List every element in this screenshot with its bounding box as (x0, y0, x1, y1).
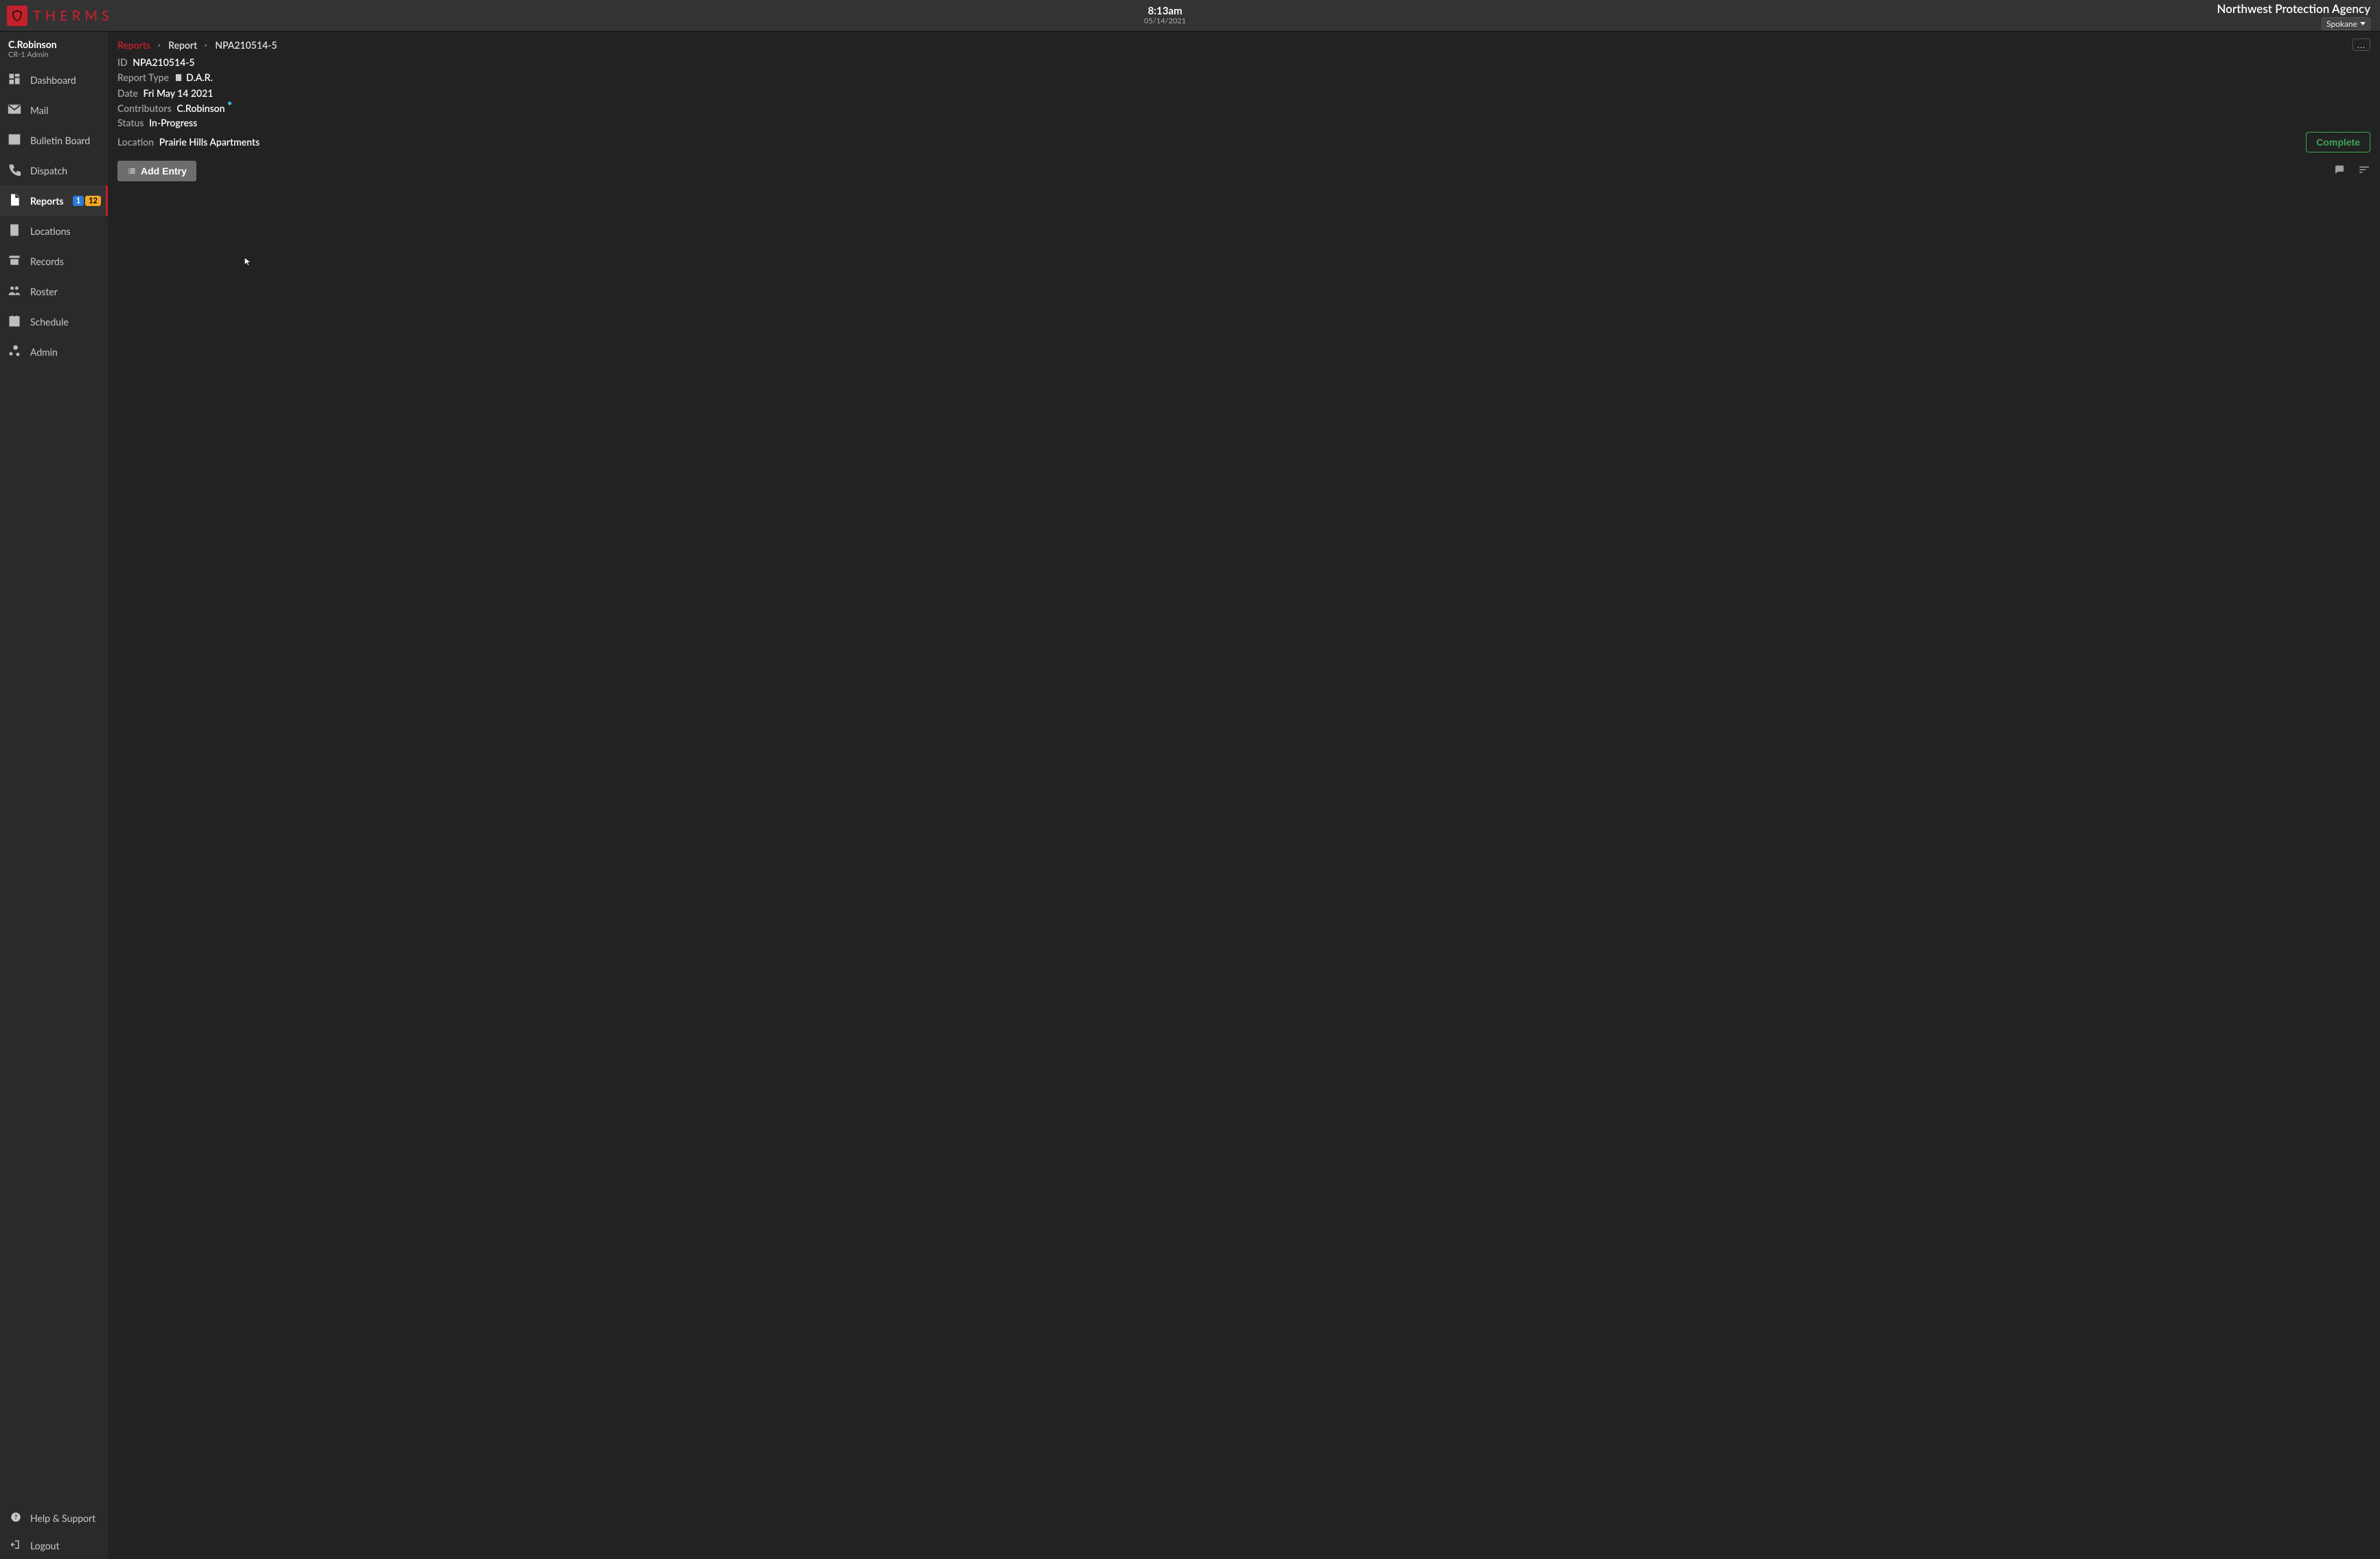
sidebar-item-label: Dashboard (30, 74, 76, 86)
label-status: Status (117, 117, 144, 128)
archive-icon (7, 253, 22, 269)
bulletin-board-icon (7, 133, 22, 148)
sidebar-item-dispatch[interactable]: Dispatch (0, 155, 108, 185)
sidebar-user-role: CR-1 Admin (8, 50, 100, 59)
agency-location-label: Spokane (2326, 19, 2357, 29)
header-clock: 8:13am 05/14/2021 (1144, 5, 1186, 25)
sidebar-item-locations[interactable]: Locations (0, 216, 108, 246)
sidebar-item-schedule[interactable]: Schedule (0, 306, 108, 337)
sidebar-footer-label: Help & Support (30, 1512, 95, 1524)
sidebar-item-dashboard[interactable]: Dashboard (0, 65, 108, 95)
dashboard-icon (7, 72, 22, 88)
add-entry-button[interactable]: Add Entry (117, 161, 196, 181)
logout-icon (10, 1539, 22, 1552)
label-type: Report Type (117, 71, 169, 83)
label-id: ID (117, 56, 128, 68)
label-contributors: Contributors (117, 102, 172, 114)
sidebar-item-label: Schedule (30, 316, 69, 328)
cogs-icon (7, 344, 22, 360)
building-icon (174, 71, 183, 86)
header-time: 8:13am (1144, 5, 1186, 17)
brand-text: THERMS (33, 8, 113, 24)
agency-location-dropdown[interactable]: Spokane (2322, 17, 2370, 30)
sidebar-item-label: Locations (30, 225, 71, 237)
report-detail-block: ID NPA210514-5 Report Type D.A.R. Date F… (108, 54, 2380, 155)
sidebar-item-roster[interactable]: Roster (0, 276, 108, 306)
sidebar-badge: 1 (73, 196, 84, 206)
add-entry-label: Add Entry (141, 166, 187, 177)
sidebar-item-label: Mail (30, 104, 48, 116)
phone-icon (7, 163, 22, 179)
sidebar-footer-label: Logout (30, 1540, 60, 1551)
value-location: Prairie Hills Apartments (159, 136, 260, 148)
complete-button[interactable]: Complete (2306, 132, 2370, 152)
breadcrumb-mid[interactable]: Report (168, 39, 197, 51)
value-contributors: C.Robinson (176, 102, 225, 114)
label-date: Date (117, 87, 138, 99)
breadcrumb: Reports Report NPA210514-5 ... (108, 32, 2380, 54)
breadcrumb-leaf: NPA210514-5 (215, 39, 277, 51)
sidebar-nav: Dashboard Mail Bulletin Board Dispatch Repor… (0, 65, 108, 367)
sidebar-item-admin[interactable]: Admin (0, 337, 108, 367)
chevron-right-icon (203, 39, 209, 51)
mail-icon (7, 102, 22, 118)
main-content: Reports Report NPA210514-5 ... ID NPA210… (108, 32, 2380, 1559)
action-row: Add Entry (108, 155, 2380, 190)
sidebar-item-label: Records (30, 255, 64, 267)
sidebar-item-label: Roster (30, 286, 58, 297)
agency-name: Northwest Protection Agency (2217, 1, 2370, 16)
calendar-icon (7, 314, 22, 330)
sidebar-item-records[interactable]: Records (0, 246, 108, 276)
sidebar-footer: ? Help & Support Logout (0, 1504, 108, 1559)
value-id: NPA210514-5 (133, 56, 194, 68)
svg-text:?: ? (14, 1513, 17, 1521)
overflow-menu-button[interactable]: ... (2353, 38, 2370, 51)
cursor-icon (243, 255, 253, 269)
building-icon (7, 223, 22, 239)
chevron-right-icon (156, 39, 163, 51)
sidebar-user-name: C.Robinson (8, 38, 100, 50)
file-icon (7, 193, 22, 209)
sidebar-item-label: Dispatch (30, 165, 67, 177)
value-status: In-Progress (149, 117, 197, 128)
comments-icon[interactable] (2333, 163, 2346, 178)
online-indicator-icon (228, 102, 231, 105)
sidebar-item-label: Bulletin Board (30, 135, 90, 146)
users-icon (7, 284, 22, 299)
sidebar-badge: 12 (85, 196, 101, 206)
sidebar: C.Robinson CR-1 Admin Dashboard Mail Bulle… (0, 32, 108, 1559)
caret-down-icon (2360, 22, 2366, 25)
sort-icon[interactable] (2358, 163, 2370, 178)
sidebar-footer-help[interactable]: ? Help & Support (0, 1504, 108, 1532)
help-icon: ? (10, 1512, 22, 1525)
sidebar-item-mail[interactable]: Mail (0, 95, 108, 125)
value-type: D.A.R. (186, 71, 213, 83)
sidebar-footer-logout[interactable]: Logout (0, 1532, 108, 1559)
breadcrumb-root[interactable]: Reports (117, 39, 150, 51)
value-date: Fri May 14 2021 (144, 87, 214, 99)
sidebar-item-label: Admin (30, 346, 58, 358)
agency-block: Northwest Protection Agency Spokane (2217, 1, 2380, 30)
brand-logo[interactable]: THERMS (0, 5, 113, 26)
sidebar-item-bulletin-board[interactable]: Bulletin Board (0, 125, 108, 155)
label-location: Location (117, 136, 154, 148)
app-header: THERMS 8:13am 05/14/2021 Northwest Prote… (0, 0, 2380, 32)
brand-shield-icon (7, 5, 27, 26)
list-icon (127, 166, 137, 176)
header-date: 05/14/2021 (1144, 17, 1186, 25)
sidebar-item-reports[interactable]: Reports 112 (0, 185, 108, 216)
sidebar-item-label: Reports (30, 195, 64, 207)
sidebar-user-block[interactable]: C.Robinson CR-1 Admin (0, 32, 108, 65)
